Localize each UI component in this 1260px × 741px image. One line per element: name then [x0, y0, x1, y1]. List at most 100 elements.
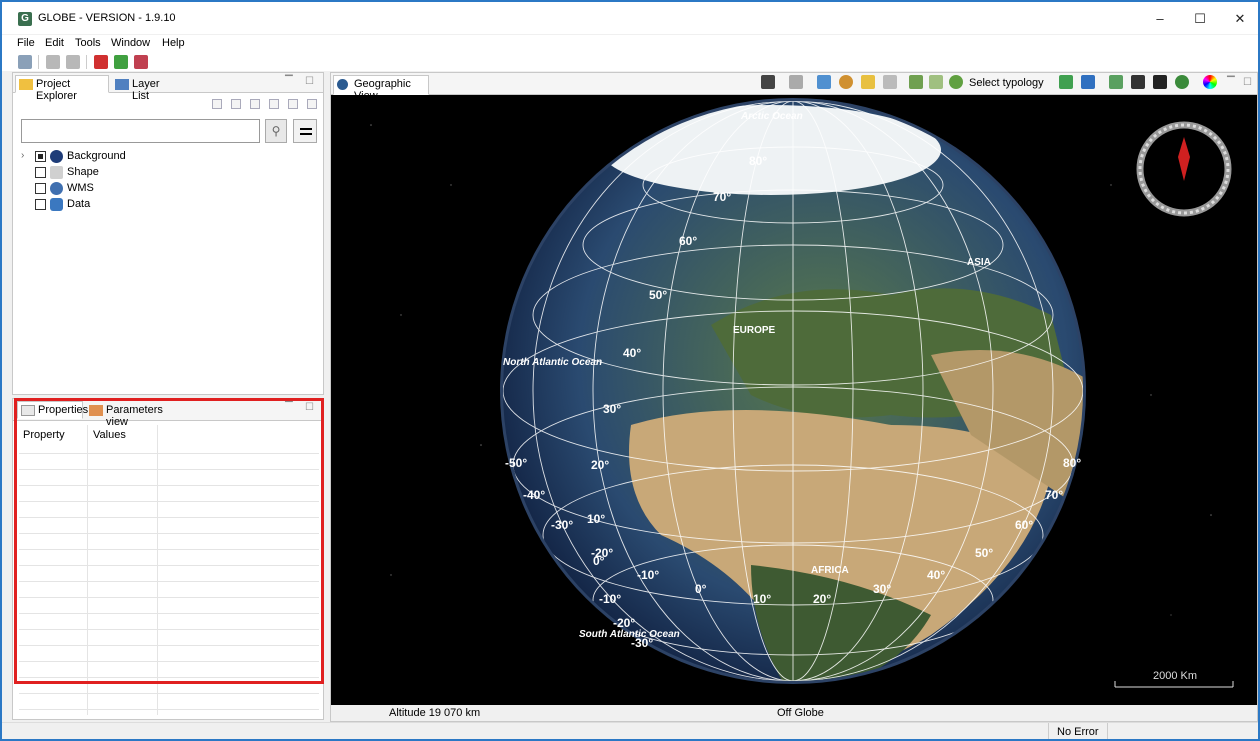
edit-icon[interactable] — [929, 75, 943, 89]
label-south-atlantic-ocean: South Atlantic Ocean — [579, 629, 680, 640]
network-icon[interactable] — [1059, 75, 1073, 89]
compass-icon[interactable] — [1136, 121, 1232, 217]
properties-tabbar: Properties Parameters view ▔ ☐ — [13, 399, 323, 428]
properties-icon — [21, 405, 35, 416]
minimize-view-icon[interactable]: ▔ — [1227, 77, 1235, 88]
table-row — [19, 645, 319, 646]
maximize-view-icon[interactable]: ☐ — [305, 402, 314, 413]
lat-label: 10° — [587, 512, 605, 526]
map-icon[interactable] — [817, 75, 831, 89]
tab-geographic-view[interactable]: Geographic View — [333, 75, 429, 102]
app-logo-icon: G — [18, 12, 32, 26]
add-icon[interactable] — [268, 99, 279, 109]
search-icon[interactable]: ⚲ — [265, 119, 287, 143]
column-divider — [87, 425, 88, 715]
column-values: Values — [93, 429, 126, 441]
project-explorer-panel: Project Explorer Layer List ▔ ☐ ⚲ › Back… — [12, 72, 324, 395]
note-icon[interactable] — [861, 75, 875, 89]
lon-label: -40° — [523, 488, 545, 502]
measure-icon[interactable] — [789, 75, 803, 89]
tab-layer-list[interactable]: Layer List — [111, 75, 183, 102]
minimize-view-icon[interactable]: ▔ — [285, 402, 293, 413]
menu-file[interactable]: File — [17, 37, 35, 49]
data-checkbox[interactable] — [35, 199, 46, 210]
collapse-all-icon[interactable] — [211, 99, 222, 109]
move-up-icon[interactable] — [230, 99, 241, 109]
lat-label: 40° — [623, 346, 641, 360]
timeline-icon[interactable] — [1131, 75, 1145, 89]
geo-tabbar: Geographic View Select typology ▔ ☐ — [331, 73, 1257, 102]
remove-icon[interactable] — [249, 99, 260, 109]
menu-help[interactable]: Help — [162, 37, 185, 49]
camera-icon[interactable] — [761, 75, 775, 89]
redo-icon[interactable] — [66, 55, 80, 69]
expand-arrow-icon[interactable]: › — [21, 150, 24, 161]
menu-window[interactable]: Window — [111, 37, 150, 49]
table-row — [19, 597, 319, 598]
properties-table-header: Property Values — [19, 425, 319, 453]
column-property: Property — [23, 429, 65, 441]
maximize-view-icon[interactable]: ☐ — [305, 76, 314, 87]
minimize-button[interactable]: – — [1145, 8, 1175, 30]
database-icon[interactable] — [94, 55, 108, 69]
tab-project-explorer[interactable]: Project Explorer — [15, 75, 109, 102]
shape-checkbox[interactable] — [35, 167, 46, 178]
maximize-view-icon[interactable]: ☐ — [1243, 77, 1252, 88]
globe-status: Off Globe — [777, 707, 824, 719]
new-folder-icon[interactable] — [287, 99, 298, 109]
menu-edit[interactable]: Edit — [45, 37, 64, 49]
background-checkbox[interactable] — [35, 151, 46, 162]
import-file-icon[interactable] — [307, 99, 317, 109]
menu-icon[interactable] — [293, 119, 317, 143]
tab-label: Project Explorer — [36, 78, 77, 102]
color-wheel-icon[interactable] — [1203, 75, 1217, 89]
chart-icon[interactable] — [1109, 75, 1123, 89]
layers-icon — [115, 79, 129, 90]
toolbar-separator — [86, 55, 87, 69]
add-layer-icon[interactable] — [114, 55, 128, 69]
wms-checkbox[interactable] — [35, 183, 46, 194]
search-input[interactable] — [21, 119, 260, 143]
table-row — [19, 485, 319, 486]
lat-label: 80° — [749, 154, 767, 168]
label-africa: AFRICA — [811, 565, 849, 576]
maximize-button[interactable]: ☐ — [1185, 8, 1215, 30]
export-icon[interactable] — [1153, 75, 1167, 89]
import-icon[interactable] — [134, 55, 148, 69]
database-icon — [50, 198, 63, 211]
table-row — [19, 661, 319, 662]
tab-properties[interactable]: Properties — [17, 401, 88, 419]
minimize-view-icon[interactable]: ▔ — [285, 76, 293, 87]
error-status: No Error — [1048, 723, 1108, 739]
pointer-icon[interactable] — [883, 75, 897, 89]
table-row — [19, 517, 319, 518]
select-typology-button[interactable]: Select typology — [969, 77, 1044, 89]
earth-icon[interactable] — [1175, 75, 1189, 89]
typology-icon[interactable] — [949, 75, 963, 89]
tree-item-label: Shape — [67, 166, 99, 178]
table-row — [19, 469, 319, 470]
label-europe: EUROPE — [733, 325, 776, 336]
globe-viewport[interactable]: 80° 70° 60° 50° 40° 30° 20° 10° 0° -10° … — [331, 95, 1257, 705]
tab-parameters-view[interactable]: Parameters view — [85, 401, 185, 428]
properties-table — [19, 453, 319, 715]
swap-icon[interactable] — [1081, 75, 1095, 89]
save-icon[interactable] — [18, 55, 32, 69]
table-row — [19, 453, 319, 454]
close-button[interactable]: ✕ — [1225, 8, 1255, 30]
tab-label: Properties — [38, 404, 89, 416]
globe-canvas[interactable]: 80° 70° 60° 50° 40° 30° 20° 10° 0° -10° … — [331, 95, 1257, 705]
table-row — [19, 501, 319, 502]
explorer-actions — [206, 99, 317, 111]
sun-icon[interactable] — [839, 75, 853, 89]
scale-label: 2000 Km — [1153, 670, 1197, 682]
menu-tools[interactable]: Tools — [75, 37, 101, 49]
table-row — [19, 565, 319, 566]
lat-label: 70° — [713, 190, 731, 204]
properties-panel: Properties Parameters view ▔ ☐ Property … — [12, 398, 324, 720]
lon-label: 60° — [1015, 518, 1033, 532]
pencil-icon[interactable] — [909, 75, 923, 89]
table-row — [19, 533, 319, 534]
shape-icon — [50, 166, 63, 179]
undo-icon[interactable] — [46, 55, 60, 69]
